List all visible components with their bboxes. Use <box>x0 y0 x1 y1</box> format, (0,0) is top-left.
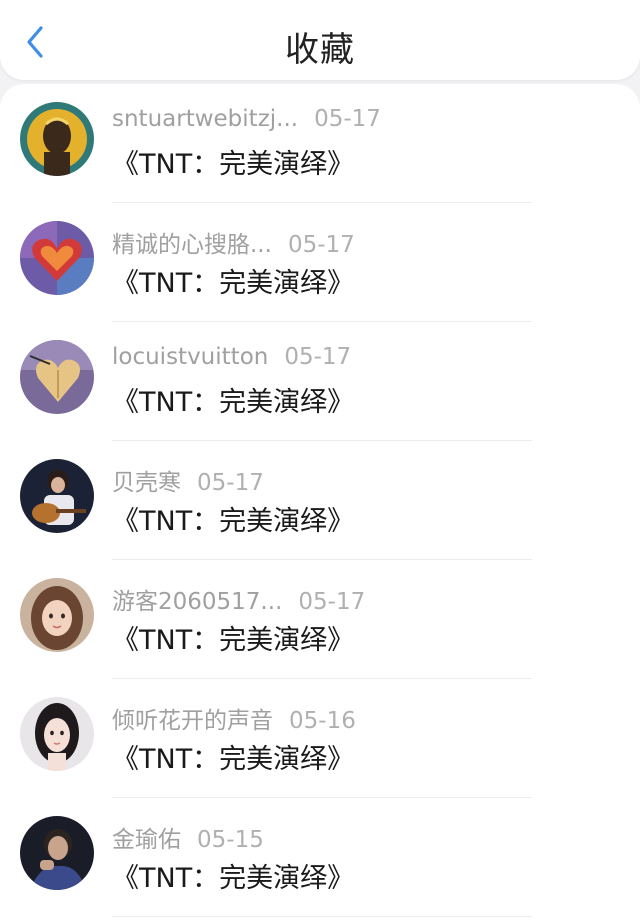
item-meta: sntuartwebitzj... 05-17 <box>112 106 381 132</box>
item-title: 《TNT：完美演绎》 <box>112 744 355 775</box>
item-date: 05-17 <box>197 470 264 496</box>
avatar-guitar-player-icon <box>20 459 94 533</box>
avatar[interactable] <box>20 221 94 295</box>
user-name: locuistvuitton <box>112 344 269 370</box>
avatar[interactable] <box>20 697 94 771</box>
list-item[interactable]: locuistvuitton 05-17 《TNT：完美演绎》 <box>0 322 640 441</box>
list-item[interactable]: 精诚的心搜胳... 05-17 《TNT：完美演绎》 <box>0 203 640 322</box>
item-date: 05-17 <box>298 589 366 615</box>
divider <box>112 916 532 917</box>
avatar-heart-mosaic-icon <box>20 221 94 295</box>
item-date: 05-15 <box>197 827 264 853</box>
item-date: 05-17 <box>284 344 352 370</box>
top-bar: 收藏 <box>0 0 640 80</box>
avatar[interactable] <box>20 816 94 890</box>
avatar[interactable] <box>20 578 94 652</box>
user-name: 精诚的心搜胳... <box>112 232 272 258</box>
item-title: 《TNT：完美演绎》 <box>112 863 355 894</box>
list-item[interactable]: 游客2060517... 05-17 《TNT：完美演绎》 <box>0 560 640 679</box>
list-item[interactable]: sntuartwebitzj... 05-17 《TNT：完美演绎》 <box>0 84 640 203</box>
item-meta: 倾听花开的声音 05-16 <box>112 701 356 735</box>
item-meta: 金瑜佑 05-15 <box>112 820 264 854</box>
user-name: 金瑜佑 <box>112 827 181 853</box>
favorites-list: sntuartwebitzj... 05-17 《TNT：完美演绎》 精诚的心搜胳… <box>0 84 640 923</box>
avatar-man-portrait-icon <box>20 816 94 890</box>
item-title: 《TNT：完美演绎》 <box>112 387 355 418</box>
avatar-girl-portrait-icon <box>20 578 94 652</box>
item-title: 《TNT：完美演绎》 <box>112 268 355 299</box>
item-meta: locuistvuitton 05-17 <box>112 344 351 370</box>
avatar-portrait-yellow-icon <box>20 102 94 176</box>
item-meta: 游客2060517... 05-17 <box>112 582 365 616</box>
list-item[interactable]: 金瑜佑 05-15 《TNT：完美演绎》 <box>0 798 640 917</box>
item-title: 《TNT：完美演绎》 <box>112 506 355 537</box>
page-title: 收藏 <box>285 30 355 70</box>
avatar[interactable] <box>20 102 94 176</box>
list-item[interactable]: 倾听花开的声音 05-16 《TNT：完美演绎》 <box>0 679 640 798</box>
item-date: 05-16 <box>289 708 356 734</box>
item-title: 《TNT：完美演绎》 <box>112 625 355 656</box>
user-name: 贝壳寒 <box>112 470 181 496</box>
item-meta: 精诚的心搜胳... 05-17 <box>112 225 355 259</box>
item-date: 05-17 <box>287 232 355 258</box>
avatar[interactable] <box>20 459 94 533</box>
user-name: sntuartwebitzj... <box>112 106 299 132</box>
user-name: 游客2060517... <box>112 589 283 615</box>
avatar-heart-leaf-icon <box>20 340 94 414</box>
item-title: 《TNT：完美演绎》 <box>112 149 355 180</box>
user-name: 倾听花开的声音 <box>112 708 273 734</box>
item-meta: 贝壳寒 05-17 <box>112 463 264 497</box>
list-item[interactable]: 贝壳寒 05-17 《TNT：完美演绎》 <box>0 441 640 560</box>
avatar[interactable] <box>20 340 94 414</box>
avatar-woman-portrait-icon <box>20 697 94 771</box>
item-date: 05-17 <box>314 106 381 132</box>
